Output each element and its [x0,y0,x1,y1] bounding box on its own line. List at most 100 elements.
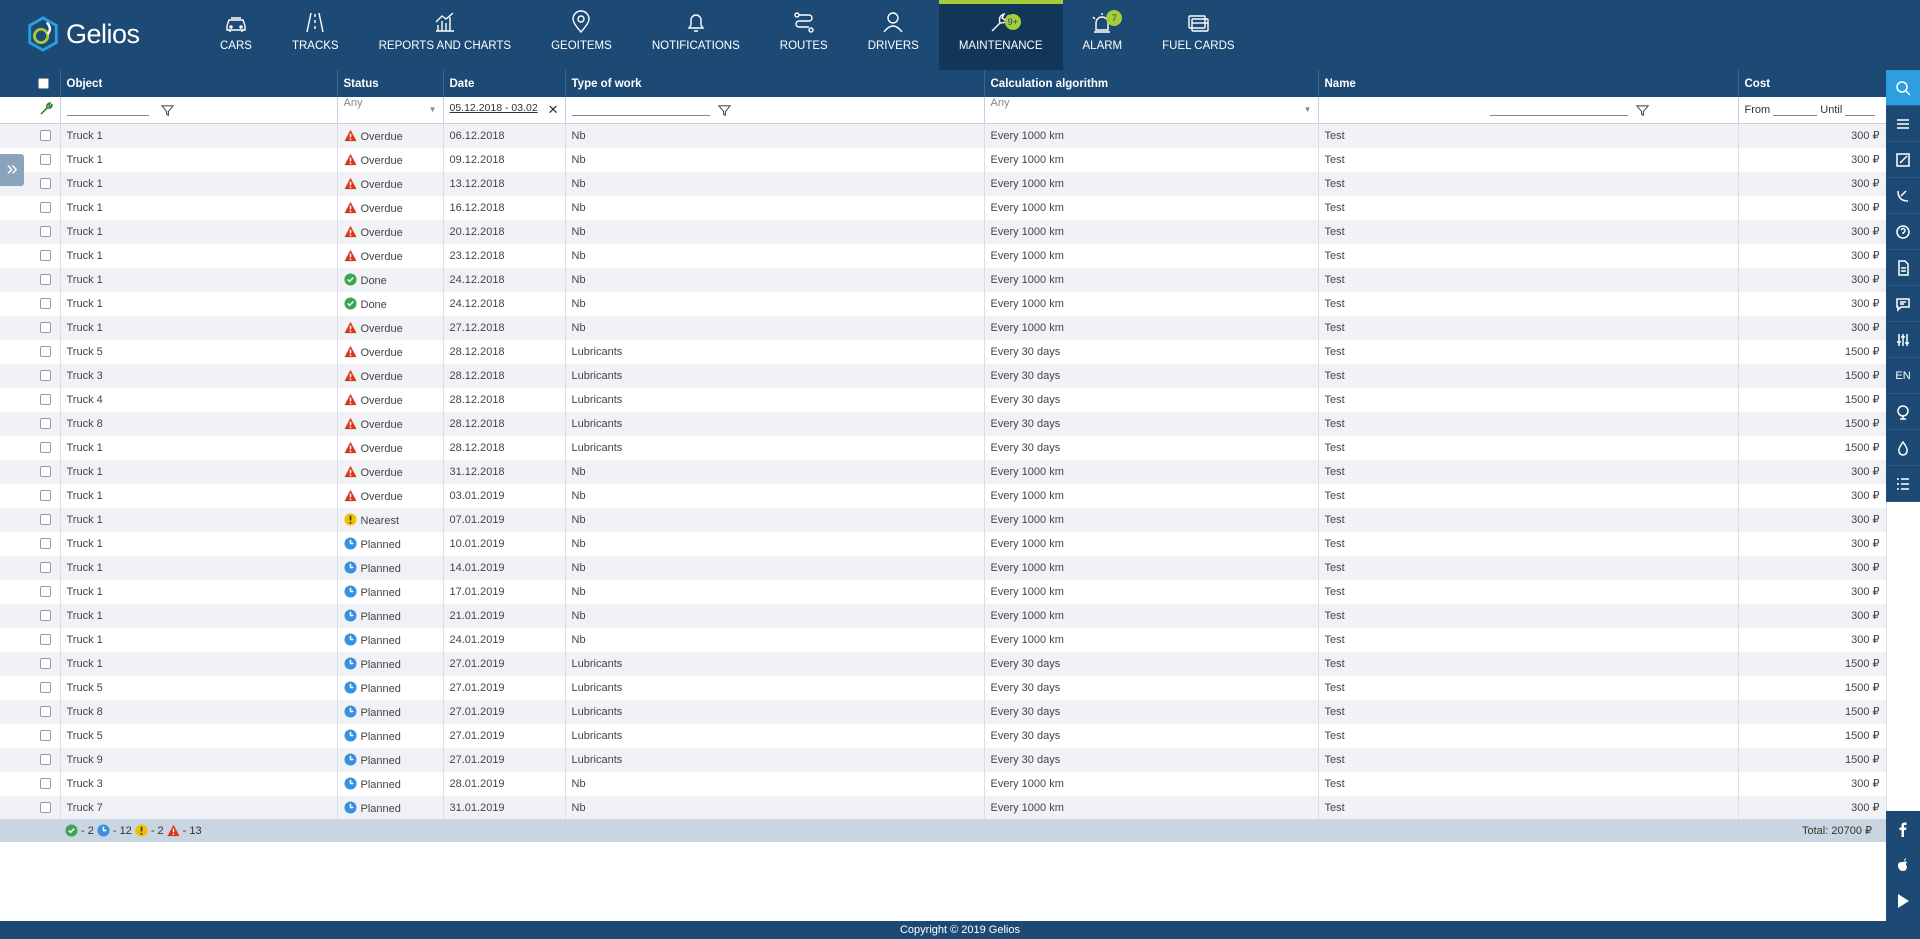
apple-link[interactable] [1886,847,1920,883]
toolbar-list-button[interactable] [1886,466,1920,502]
table-row[interactable]: Truck 1 Overdue 28.12.2018 Lubricants Ev… [0,435,1887,460]
column-status[interactable]: Status [337,70,444,97]
row-checkbox[interactable] [40,322,51,334]
date-filter-input[interactable]: 05.12.2018 - 03.02 ✕ [443,97,566,124]
nav-item-notifications[interactable]: NOTIFICATIONS [632,0,760,70]
wrench-filter-icon[interactable] [38,101,54,117]
toolbar-chat-button[interactable] [1886,286,1920,322]
row-checkbox[interactable] [40,274,51,286]
table-row[interactable]: Truck 1 Planned 10.01.2019 Nb Every 1000… [0,531,1887,556]
table-row[interactable]: Truck 1 Planned 24.01.2019 Nb Every 1000… [0,627,1887,652]
table-row[interactable]: Truck 5 Planned 27.01.2019 Lubricants Ev… [0,675,1887,700]
object-filter-input[interactable] [66,104,149,116]
nav-item-maintenance[interactable]: MAINTENANCE 9+ [938,0,1063,70]
clear-icon[interactable]: ✕ [548,102,559,118]
select-all-checkbox[interactable] [38,77,49,89]
row-checkbox[interactable] [40,202,51,214]
toolbar-menu-button[interactable] [1886,106,1920,142]
toolbar-document-button[interactable] [1886,250,1920,286]
row-checkbox[interactable] [40,226,51,238]
nav-item-cars[interactable]: CARS [200,0,272,70]
table-row[interactable]: Truck 1 Overdue 13.12.2018 Nb Every 1000… [0,171,1887,196]
table-row[interactable]: Truck 1 Nearest 07.01.2019 Nb Every 1000… [0,507,1887,532]
toolbar-language-button[interactable]: EN [1886,358,1920,394]
nav-item-routes[interactable]: ROUTES [760,0,848,70]
table-row[interactable]: Truck 1 Done 24.12.2018 Nb Every 1000 km… [0,291,1887,316]
column-calculation-algorithm[interactable]: Calculation algorithm [984,70,1319,97]
table-row[interactable]: Truck 3 Overdue 28.12.2018 Lubricants Ev… [0,363,1887,388]
row-checkbox[interactable] [40,538,51,550]
toolbar-satellite-button[interactable] [1886,178,1920,214]
row-checkbox[interactable] [40,586,51,598]
row-checkbox[interactable] [40,370,51,382]
column-cost[interactable]: Cost [1738,70,1887,97]
table-row[interactable]: Truck 1 Planned 14.01.2019 Nb Every 1000… [0,555,1887,580]
table-row[interactable]: Truck 1 Overdue 20.12.2018 Nb Every 1000… [0,219,1887,244]
expand-sidebar-button[interactable]: » [0,154,24,186]
row-checkbox[interactable] [40,706,51,718]
status-filter-select[interactable]: Any ▼ [337,97,444,124]
nav-item-reports-and-charts[interactable]: REPORTS AND CHARTS [359,0,532,70]
toolbar-sliders-button[interactable] [1886,322,1920,358]
table-row[interactable]: Truck 7 Planned 31.01.2019 Nb Every 1000… [0,795,1887,820]
filter-icon[interactable] [717,103,732,118]
logo[interactable]: Gelios [24,14,140,54]
column-type-of-work[interactable]: Type of work [565,70,985,97]
algorithm-filter-select[interactable]: Any ▼ [984,97,1319,124]
nav-item-tracks[interactable]: TRACKS [272,0,359,70]
cost-until-input[interactable] [1845,104,1876,117]
table-row[interactable]: Truck 1 Overdue 31.12.2018 Nb Every 1000… [0,459,1887,484]
nav-item-geoitems[interactable]: GEOITEMS [531,0,632,70]
row-checkbox[interactable] [40,490,51,502]
row-checkbox[interactable] [40,130,51,142]
row-checkbox[interactable] [40,658,51,670]
type-of-work-filter-input[interactable] [571,104,710,116]
cost-from-input[interactable] [1773,104,1818,117]
row-checkbox[interactable] [40,250,51,262]
table-row[interactable]: Truck 4 Overdue 28.12.2018 Lubricants Ev… [0,387,1887,412]
table-row[interactable]: Truck 1 Overdue 23.12.2018 Nb Every 1000… [0,243,1887,268]
name-filter-input[interactable] [1489,104,1628,116]
row-checkbox[interactable] [40,682,51,694]
table-row[interactable]: Truck 1 Planned 17.01.2019 Nb Every 1000… [0,579,1887,604]
table-row[interactable]: Truck 5 Overdue 28.12.2018 Lubricants Ev… [0,339,1887,364]
row-checkbox[interactable] [40,178,51,190]
filter-icon[interactable] [160,103,175,118]
table-row[interactable]: Truck 1 Overdue 16.12.2018 Nb Every 1000… [0,195,1887,220]
nav-item-fuel-cards[interactable]: FUEL CARDS [1142,0,1254,70]
toolbar-help-button[interactable] [1886,214,1920,250]
row-checkbox[interactable] [40,394,51,406]
row-checkbox[interactable] [40,418,51,430]
row-checkbox[interactable] [40,634,51,646]
row-checkbox[interactable] [40,514,51,526]
table-row[interactable]: Truck 8 Overdue 28.12.2018 Lubricants Ev… [0,411,1887,436]
toolbar-drop-button[interactable] [1886,430,1920,466]
table-row[interactable]: Truck 1 Overdue 06.12.2018 Nb Every 1000… [0,123,1887,148]
table-row[interactable]: Truck 5 Planned 27.01.2019 Lubricants Ev… [0,723,1887,748]
table-row[interactable]: Truck 1 Overdue 09.12.2018 Nb Every 1000… [0,147,1887,172]
row-checkbox[interactable] [40,778,51,790]
toolbar-search-button[interactable] [1886,70,1920,106]
table-row[interactable]: Truck 1 Overdue 27.12.2018 Nb Every 1000… [0,315,1887,340]
column-name[interactable]: Name [1318,70,1739,97]
table-row[interactable]: Truck 1 Overdue 03.01.2019 Nb Every 1000… [0,483,1887,508]
toolbar-edit-button[interactable] [1886,142,1920,178]
row-checkbox[interactable] [40,610,51,622]
google-play-link[interactable] [1886,883,1920,919]
row-checkbox[interactable] [40,802,51,814]
table-row[interactable]: Truck 1 Planned 27.01.2019 Lubricants Ev… [0,651,1887,676]
row-checkbox[interactable] [40,562,51,574]
toolbar-globe-button[interactable] [1886,394,1920,430]
column-date[interactable]: Date [443,70,566,97]
row-checkbox[interactable] [40,154,51,166]
table-row[interactable]: Truck 1 Planned 21.01.2019 Nb Every 1000… [0,603,1887,628]
table-row[interactable]: Truck 1 Done 24.12.2018 Nb Every 1000 km… [0,267,1887,292]
nav-item-alarm[interactable]: ALARM 7 [1063,0,1143,70]
table-row[interactable]: Truck 3 Planned 28.01.2019 Nb Every 1000… [0,771,1887,796]
row-checkbox[interactable] [40,754,51,766]
facebook-link[interactable] [1886,811,1920,847]
filter-icon[interactable] [1635,103,1650,118]
row-checkbox[interactable] [40,730,51,742]
table-row[interactable]: Truck 9 Planned 27.01.2019 Lubricants Ev… [0,747,1887,772]
nav-item-drivers[interactable]: DRIVERS [848,0,939,70]
